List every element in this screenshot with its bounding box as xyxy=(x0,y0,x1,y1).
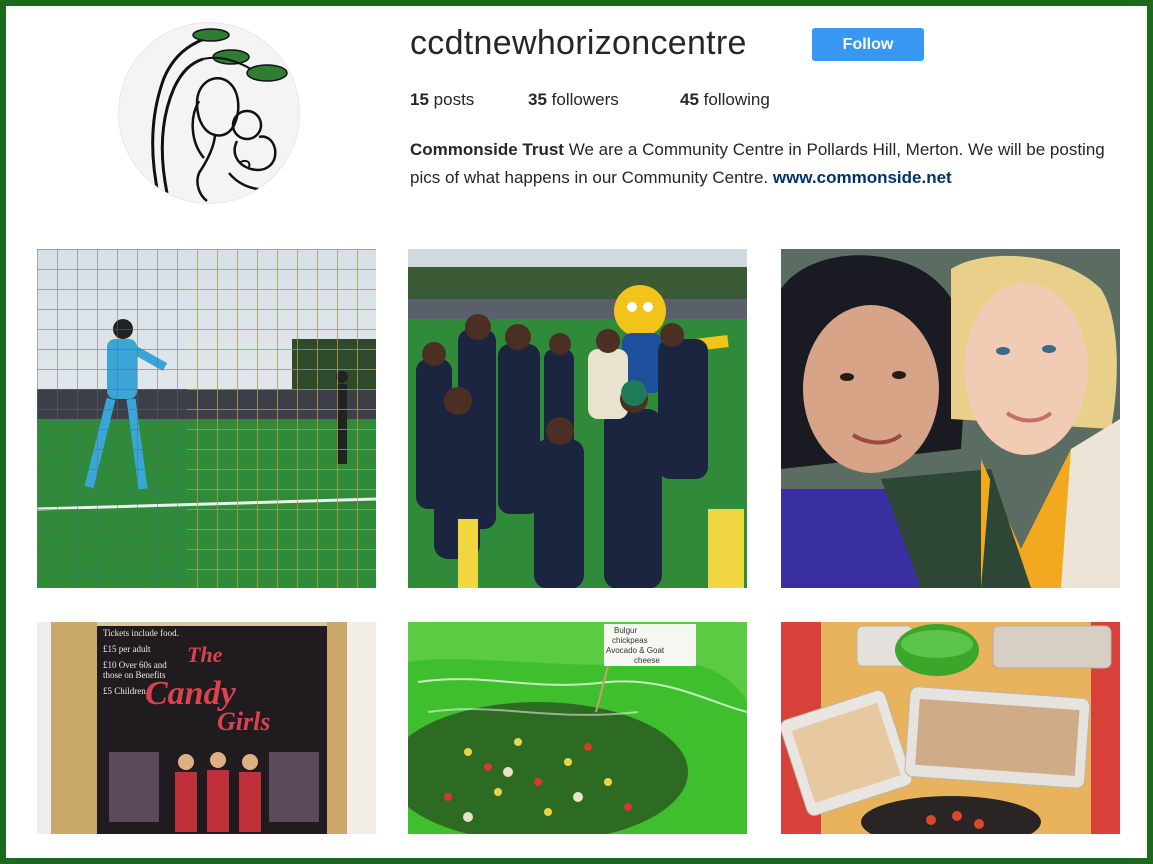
post-thumbnail-salad[interactable]: Bulgur chickpeas Avocado & Goat cheese xyxy=(408,622,747,834)
stadium-group-image xyxy=(408,249,747,588)
poster-title-line: The xyxy=(187,642,223,667)
poster-title-line: Girls xyxy=(217,707,270,736)
profile-username: ccdtnewhorizoncentre xyxy=(410,24,747,62)
stat-posts: 15 posts xyxy=(410,90,474,110)
bio-website-link[interactable]: www.commonside.net xyxy=(773,168,952,187)
two-women-selfie-image xyxy=(781,249,1120,588)
stat-following[interactable]: 45 following xyxy=(680,90,770,110)
followers-label: followers xyxy=(551,90,619,109)
follow-button[interactable]: Follow xyxy=(812,28,924,61)
poster-ticket-line: £10 Over 60s and xyxy=(103,660,167,670)
poster-ticket-line: £15 per adult xyxy=(103,644,151,654)
post-thumbnail-stadium-group[interactable] xyxy=(408,249,747,588)
posts-count: 15 xyxy=(410,90,429,109)
stat-followers[interactable]: 35 followers xyxy=(528,90,619,110)
bio-name: Commonside Trust xyxy=(410,140,564,159)
mother-child-logo-icon xyxy=(119,23,299,203)
green-salad-bowl-image: Bulgur chickpeas Avocado & Goat cheese xyxy=(408,622,747,834)
post-thumbnail-selfie[interactable] xyxy=(781,249,1120,588)
following-count: 45 xyxy=(680,90,699,109)
poster-ticket-line: £5 Children xyxy=(103,686,146,696)
profile-bio: Commonside Trust We are a Community Cent… xyxy=(410,136,1130,192)
profile-avatar[interactable] xyxy=(118,22,300,204)
salad-label-line: Avocado & Goat xyxy=(606,646,665,655)
post-thumbnail-food-trays[interactable] xyxy=(781,622,1120,834)
posts-label: posts xyxy=(433,90,475,109)
post-thumbnail-goalkeeper[interactable] xyxy=(37,249,376,588)
profile-page: ccdtnewhorizoncentre Follow 15 posts 35 … xyxy=(6,6,1147,858)
followers-count: 35 xyxy=(528,90,547,109)
poster-ticket-line: Tickets include food. xyxy=(103,628,179,638)
following-label: following xyxy=(703,90,770,109)
sandwich-trays-image xyxy=(781,622,1120,834)
candy-girls-poster-image: Tickets include food. £15 per adult £10 … xyxy=(37,622,376,834)
post-thumbnail-poster[interactable]: Tickets include food. £15 per adult £10 … xyxy=(37,622,376,834)
salad-label-line: cheese xyxy=(634,656,660,665)
football-goalkeeper-image xyxy=(37,249,376,588)
salad-label-line: chickpeas xyxy=(612,636,648,645)
salad-label-line: Bulgur xyxy=(614,626,637,635)
